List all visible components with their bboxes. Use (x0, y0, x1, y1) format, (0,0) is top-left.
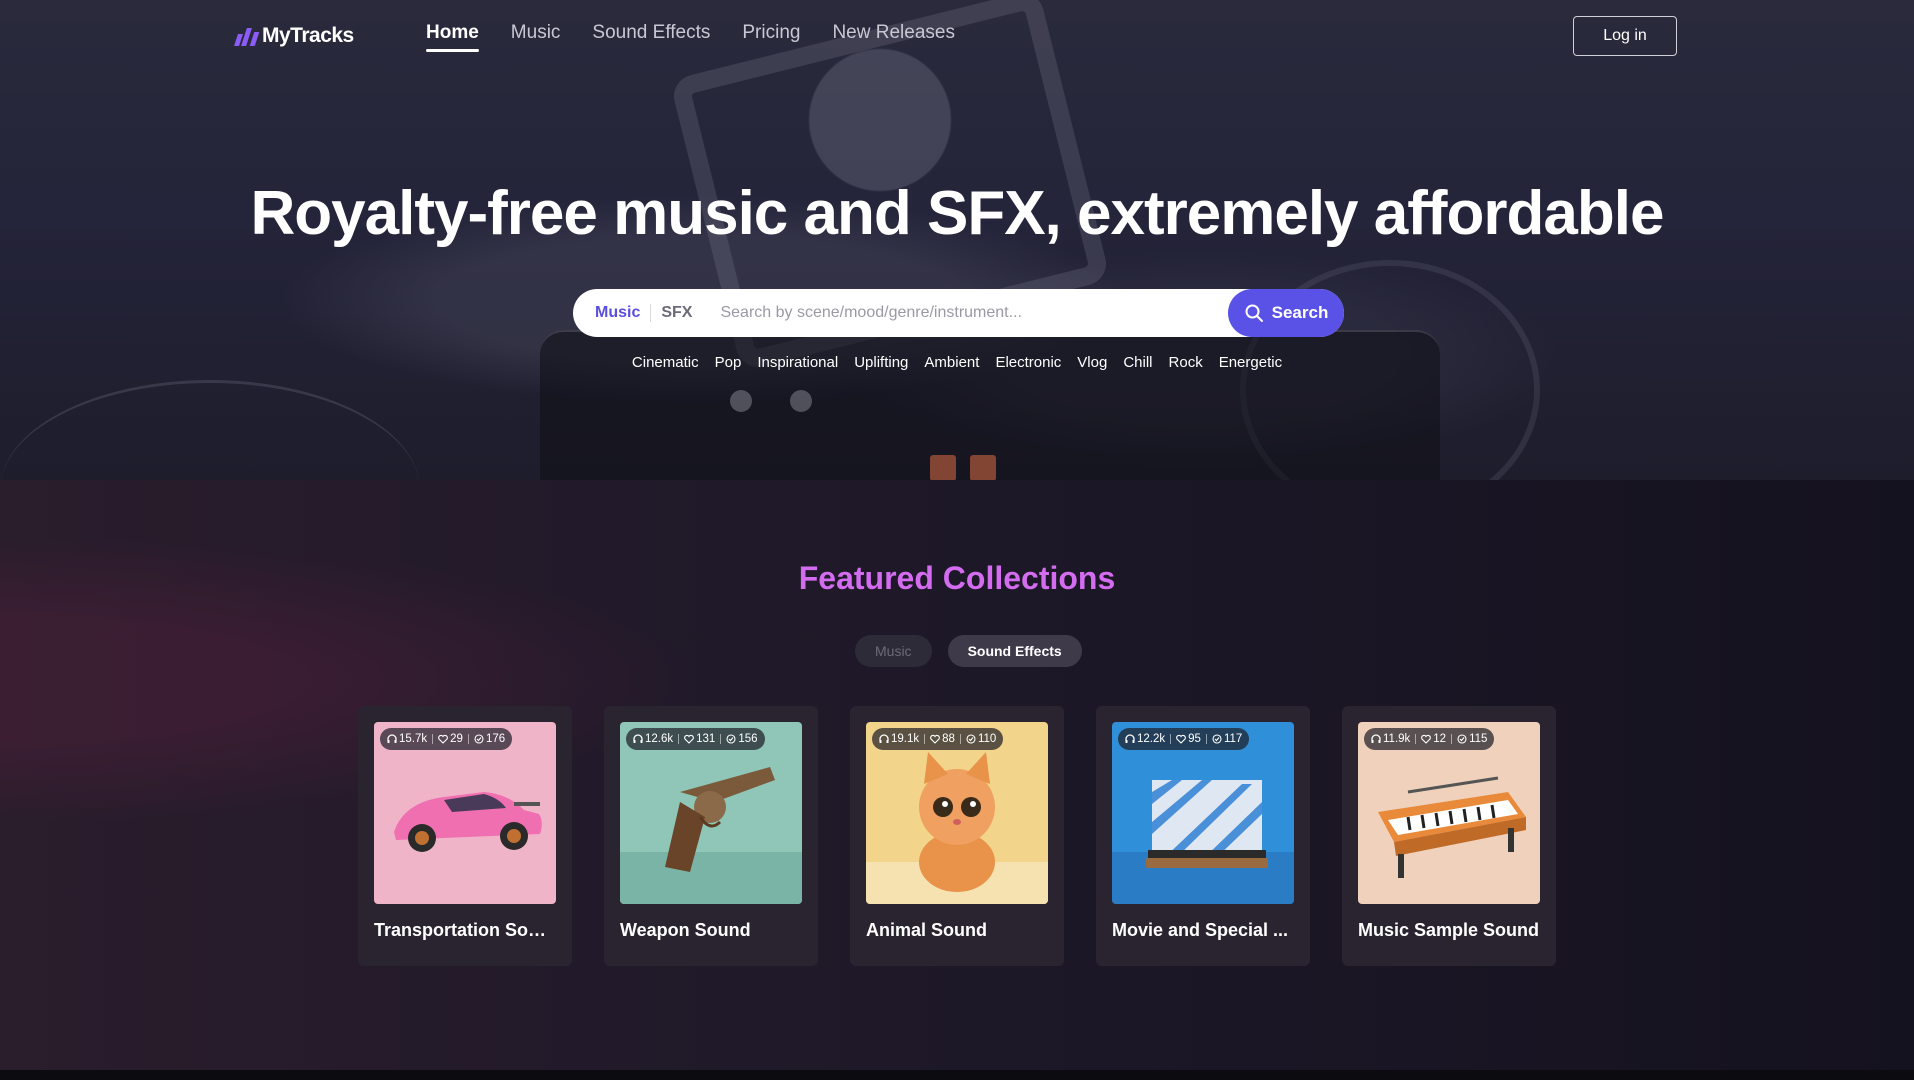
card-stats: 11.9k 12 115 (1364, 728, 1495, 750)
revolver-image: 12.6k 131 156 (620, 722, 802, 904)
nav-item-home[interactable]: Home (426, 22, 479, 52)
login-button[interactable]: Log in (1573, 16, 1677, 56)
card-stats: 12.6k 131 156 (626, 728, 765, 750)
headphones-icon (879, 734, 889, 743)
heart-icon (684, 734, 695, 744)
plays-count: 15.7k (399, 733, 428, 745)
tag-ambient[interactable]: Ambient (924, 354, 979, 371)
featured-collections-title: Featured Collections (798, 560, 1116, 596)
search-bar: Music SFX Search (573, 289, 1344, 337)
hero-background-key (930, 455, 956, 480)
card-title: Animal Sound (866, 920, 987, 940)
hero-background-shape (0, 380, 420, 480)
pink-car-image: 15.7k 29 176 (374, 722, 556, 904)
headphones-icon (387, 734, 397, 743)
collection-card[interactable]: 12.6k 131 156 Weapon Sound (604, 706, 818, 966)
tracks-icon (726, 734, 736, 744)
card-stats: 12.2k 95 117 (1118, 728, 1250, 750)
search-button[interactable]: Search (1228, 289, 1344, 337)
collection-card[interactable]: 12.2k 95 117 Movie and Special ... (1096, 706, 1310, 966)
toggle-sound-effects[interactable]: Sound Effects (947, 635, 1082, 667)
search-button-label: Search (1271, 303, 1329, 322)
collection-card[interactable]: 19.1k 88 110 Animal Sound (850, 706, 1064, 966)
likes-count: 12 (1433, 733, 1447, 745)
logo[interactable]: MyTracks (234, 22, 354, 50)
headphones-icon (1125, 734, 1135, 743)
search-icon (1245, 304, 1263, 322)
card-stats: 19.1k 88 110 (872, 728, 1004, 750)
nav-item-pricing[interactable]: Pricing (742, 22, 800, 52)
tracks-icon (1457, 734, 1467, 744)
tag-pop[interactable]: Pop (715, 354, 742, 371)
heart-icon (930, 734, 941, 744)
tag-energetic[interactable]: Energetic (1219, 354, 1282, 371)
plays-count: 12.2k (1137, 733, 1166, 745)
tag-chill[interactable]: Chill (1123, 354, 1152, 371)
heart-icon (1176, 734, 1187, 744)
plays-count: 19.1k (891, 733, 920, 745)
site-header: MyTracks Home Music Sound Effects Pricin… (0, 0, 1914, 72)
tracks-icon (1212, 734, 1222, 744)
heart-icon (1421, 734, 1432, 744)
search-type-sfx[interactable]: SFX (650, 304, 702, 322)
hero-background-key (970, 455, 996, 480)
likes-count: 131 (696, 733, 716, 745)
likes-count: 95 (1188, 733, 1201, 745)
hero-title: Royalty-free music and SFX, extremely af… (250, 179, 1665, 248)
synthesizer-image: 11.9k 12 115 (1358, 722, 1540, 904)
collection-card[interactable]: 15.7k 29 176 Transportation Sound (358, 706, 572, 966)
collection-card[interactable]: 11.9k 12 115 Music Sample Sound (1342, 706, 1556, 966)
card-title: Music Sample Sound (1358, 920, 1540, 940)
tag-electronic[interactable]: Electronic (995, 354, 1061, 371)
tracks-count: 176 (485, 733, 506, 745)
tag-inspirational[interactable]: Inspirational (757, 354, 838, 371)
card-title: Movie and Special ... (1112, 920, 1289, 940)
heart-icon (438, 734, 449, 744)
likes-count: 29 (450, 733, 463, 745)
search-type-music[interactable]: Music (585, 304, 650, 322)
clapperboard-image: 12.2k 95 117 (1112, 722, 1294, 904)
likes-count: 88 (942, 733, 955, 745)
search-input[interactable] (702, 289, 1228, 337)
tag-vlog[interactable]: Vlog (1077, 354, 1107, 371)
hero-background-knob (730, 390, 752, 412)
tracks-icon (474, 734, 484, 744)
hero-background-panel (540, 330, 1440, 480)
tracks-count: 110 (977, 733, 997, 745)
headphones-icon (1371, 734, 1381, 743)
tracks-count: 156 (738, 733, 758, 745)
logo-mark-icon (234, 26, 260, 46)
nav-item-new-releases[interactable]: New Releases (832, 22, 955, 52)
plays-count: 11.9k (1383, 733, 1411, 745)
card-title: Weapon Sound (620, 920, 751, 940)
card-title: Transportation Sound (374, 920, 556, 940)
tracks-count: 117 (1223, 733, 1243, 745)
page-bottom-divider (0, 1070, 1914, 1080)
tracks-icon (966, 734, 976, 744)
hero-background-knob (790, 390, 812, 412)
toggle-music[interactable]: Music (855, 635, 932, 667)
nav-item-music[interactable]: Music (511, 22, 561, 52)
kitten-image: 19.1k 88 110 (866, 722, 1048, 904)
main-nav: Home Music Sound Effects Pricing New Rel… (426, 22, 955, 52)
collection-type-toggle: Music Sound Effects (855, 635, 1082, 667)
tag-rock[interactable]: Rock (1169, 354, 1203, 371)
tag-cinematic[interactable]: Cinematic (632, 354, 699, 371)
tracks-count: 115 (1469, 733, 1488, 745)
logo-text: MyTracks (262, 24, 354, 47)
collection-cards: 15.7k 29 176 Transportation Sound 12.6k … (358, 706, 1556, 966)
card-stats: 15.7k 29 176 (380, 728, 513, 750)
headphones-icon (633, 734, 643, 743)
genre-tags: Cinematic Pop Inspirational Uplifting Am… (0, 354, 1914, 371)
plays-count: 12.6k (645, 733, 674, 745)
nav-item-sound-effects[interactable]: Sound Effects (592, 22, 710, 52)
tag-uplifting[interactable]: Uplifting (854, 354, 908, 371)
